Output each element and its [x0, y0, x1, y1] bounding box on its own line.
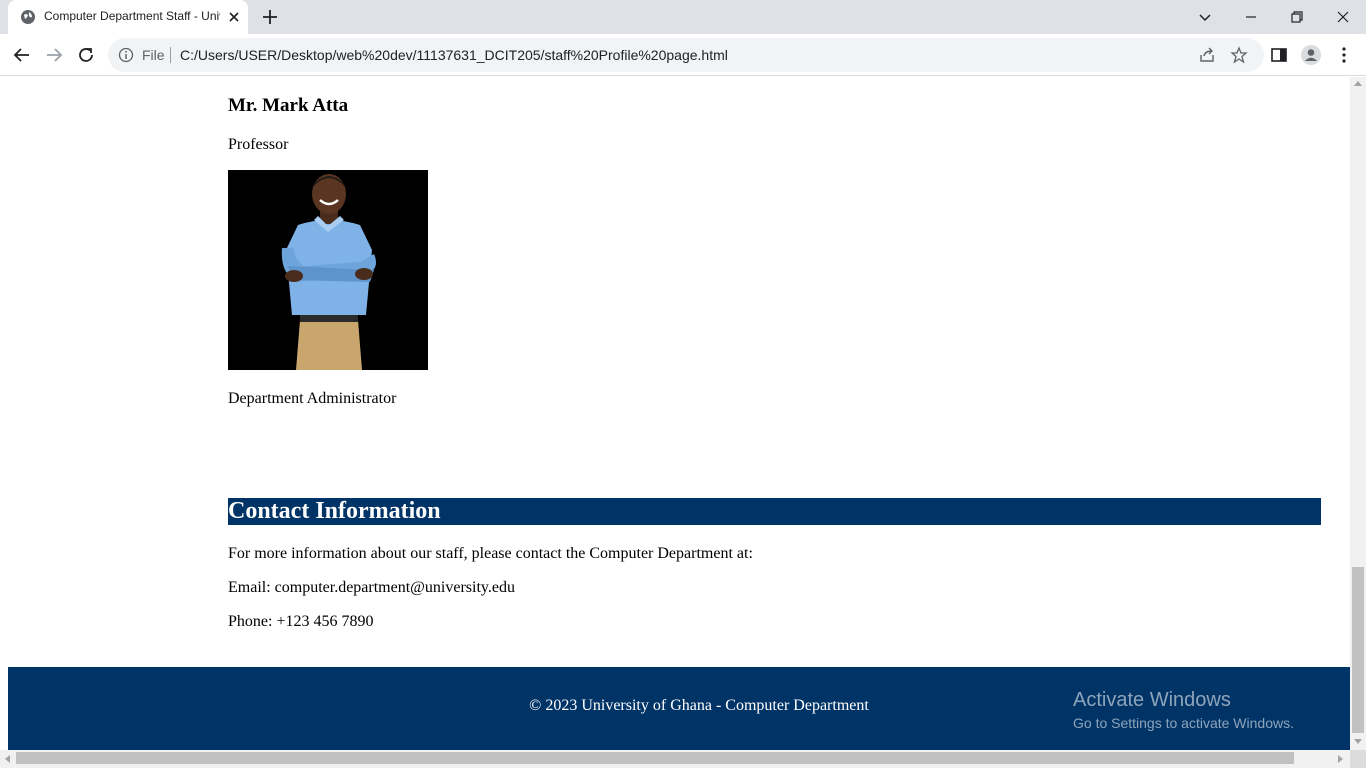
share-icon[interactable]	[1198, 46, 1216, 64]
reload-icon[interactable]	[75, 44, 97, 66]
staff-title: Professor	[228, 136, 289, 153]
url-scheme: File	[142, 47, 165, 63]
minimize-icon[interactable]	[1240, 6, 1262, 28]
plus-icon[interactable]	[260, 7, 280, 27]
staff-photo	[228, 170, 428, 370]
horizontal-scrollbar[interactable]	[0, 750, 1350, 768]
globe-icon	[21, 10, 35, 24]
activate-windows-title: Activate Windows	[1073, 689, 1231, 711]
scroll-right-arrow-icon[interactable]	[1338, 755, 1343, 763]
info-icon[interactable]	[118, 47, 134, 63]
address-bar[interactable]: File C:/Users/USER/Desktop/web%20dev/111…	[108, 38, 1264, 72]
close-window-icon[interactable]	[1332, 6, 1354, 28]
back-arrow-icon[interactable]	[11, 44, 33, 66]
restore-icon[interactable]	[1286, 6, 1308, 28]
horizontal-scroll-thumb[interactable]	[16, 752, 1294, 764]
forward-arrow-icon[interactable]	[43, 44, 65, 66]
scroll-down-arrow-icon[interactable]	[1354, 739, 1362, 744]
chevron-down-icon[interactable]	[1194, 6, 1216, 28]
contact-heading: Contact Information	[228, 498, 1321, 525]
page-footer: © 2023 University of Ghana - Computer De…	[8, 667, 1350, 750]
activate-windows-subtitle: Go to Settings to activate Windows.	[1073, 715, 1294, 731]
contact-intro: For more information about our staff, pl…	[228, 545, 753, 562]
menu-dots-icon[interactable]	[1333, 44, 1355, 66]
staff-name: Mr. Mark Atta	[228, 95, 349, 116]
side-panel-icon[interactable]	[1268, 44, 1290, 66]
tab-strip: Computer Department Staff - University o…	[0, 0, 1366, 34]
scroll-left-arrow-icon[interactable]	[5, 755, 10, 763]
url-separator	[170, 47, 171, 63]
star-icon[interactable]	[1230, 46, 1248, 64]
vertical-scroll-thumb[interactable]	[1352, 567, 1364, 733]
staff-role: Department Administrator	[228, 390, 397, 407]
close-icon[interactable]	[226, 9, 242, 25]
contact-phone: Phone: +123 456 7890	[228, 613, 374, 630]
browser-toolbar: File C:/Users/USER/Desktop/web%20dev/111…	[0, 34, 1366, 76]
scrollbar-corner	[1350, 750, 1366, 768]
vertical-scrollbar[interactable]	[1350, 77, 1366, 750]
url-text[interactable]: C:/Users/USER/Desktop/web%20dev/11137631…	[180, 47, 728, 63]
staff-photo-illustration	[228, 170, 428, 370]
scroll-up-arrow-icon[interactable]	[1354, 81, 1362, 86]
browser-tab[interactable]: Computer Department Staff - University o…	[8, 0, 248, 34]
contact-email: Email: computer.department@university.ed…	[228, 579, 515, 596]
page-viewport: Mr. Mark Atta Professor Department Admin…	[0, 77, 1350, 750]
tab-title: Computer Department Staff - University o…	[44, 9, 220, 23]
profile-icon[interactable]	[1300, 44, 1322, 66]
